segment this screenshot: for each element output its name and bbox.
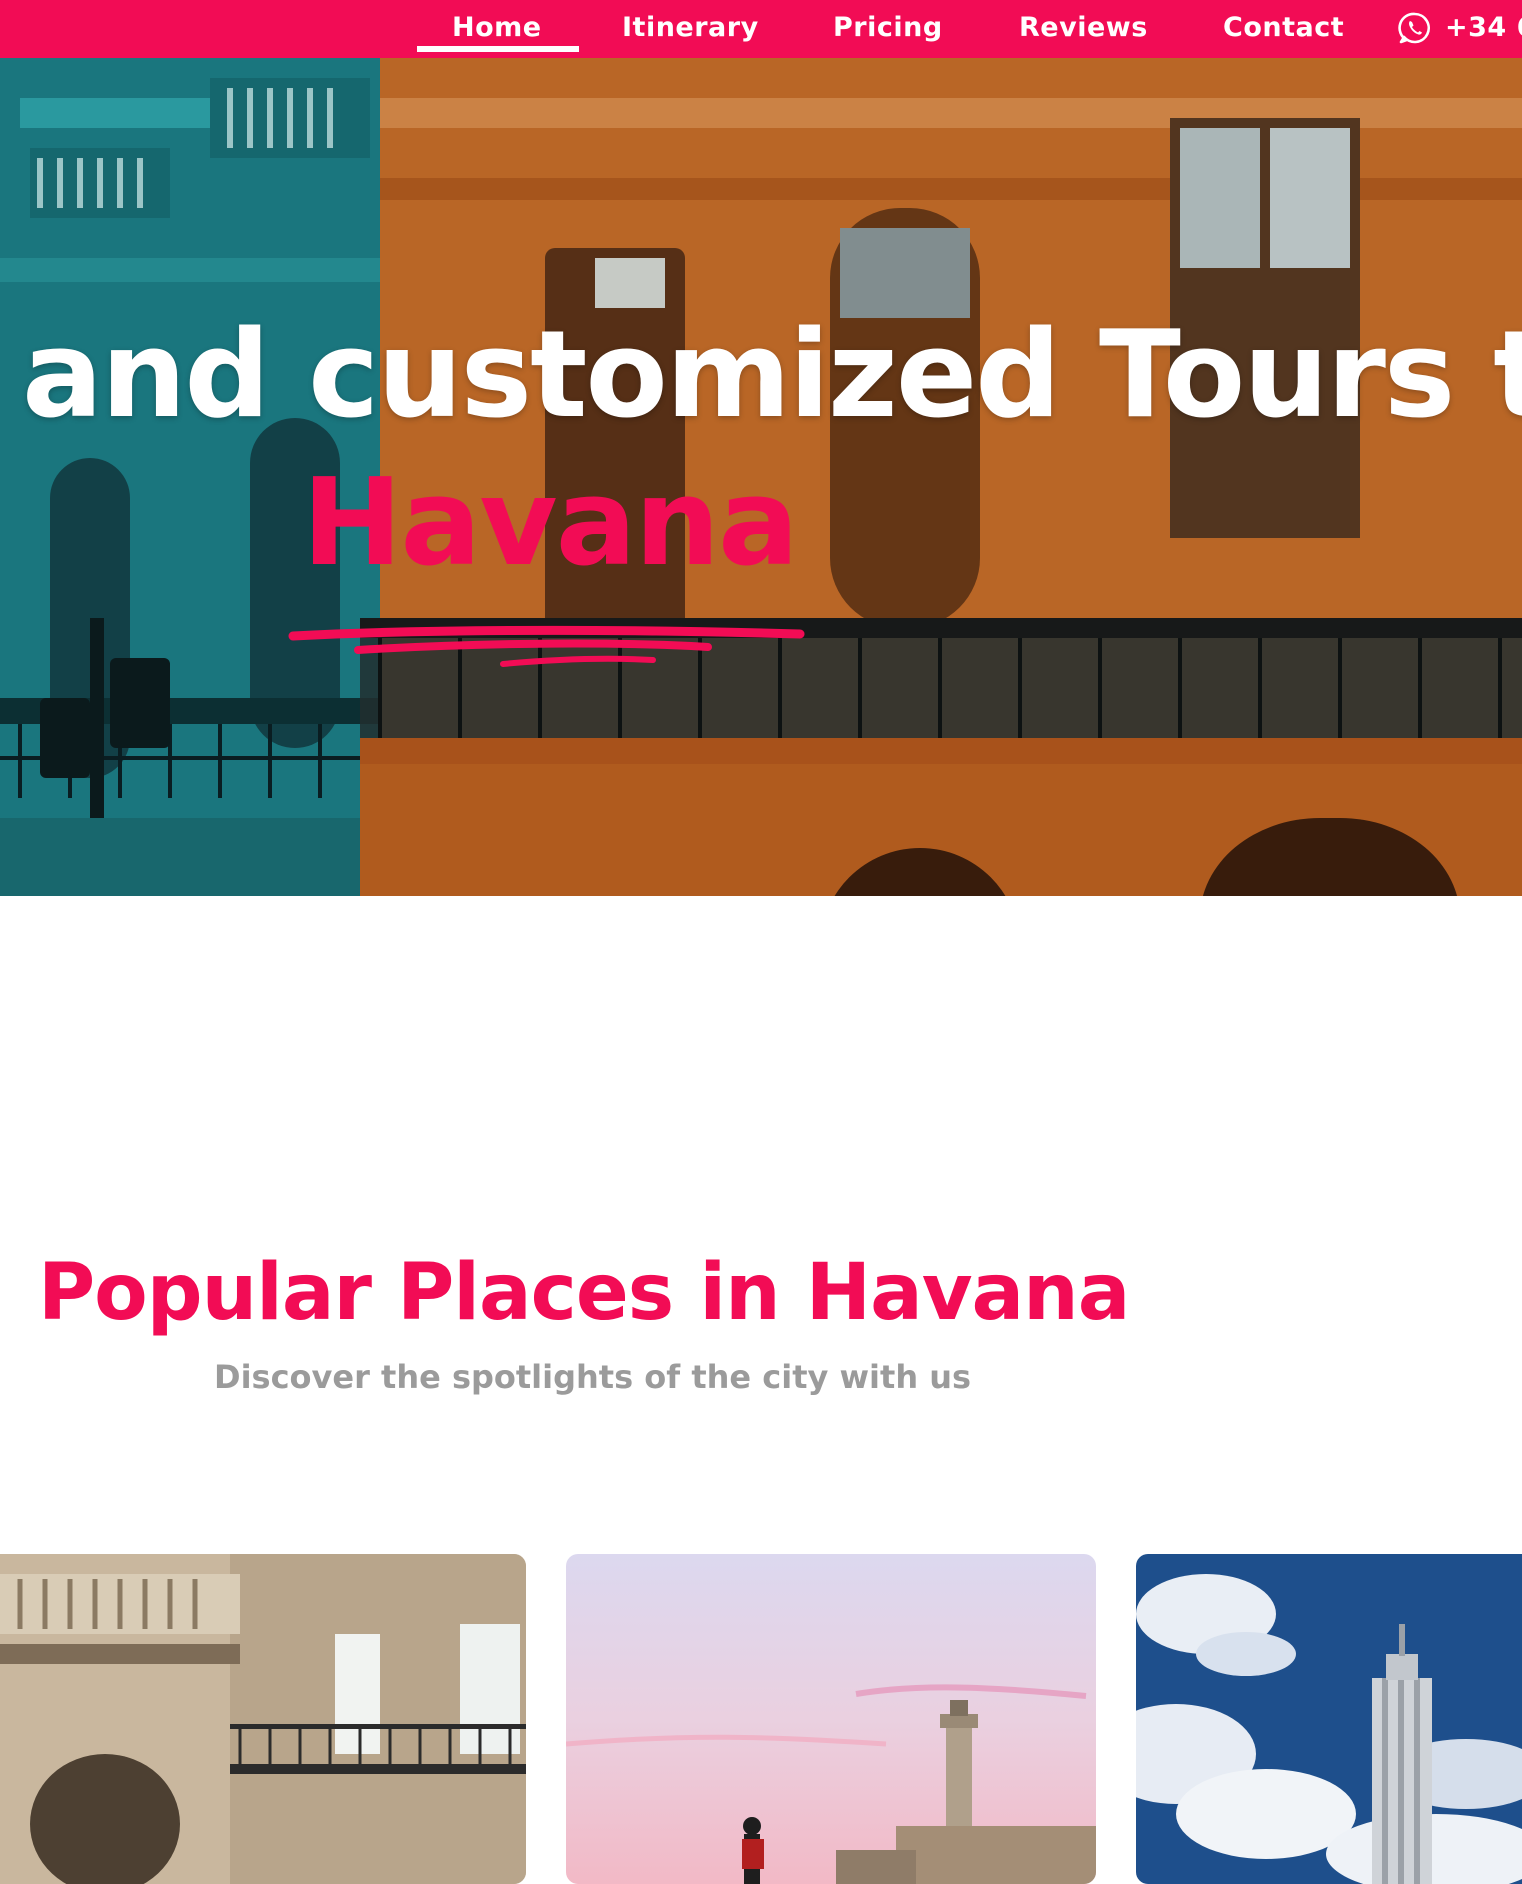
nav-pricing[interactable]: Pricing <box>833 0 943 58</box>
place-image-morro-castle <box>566 1554 1096 1884</box>
hero-banner: and customized Tours to Havana <box>0 58 1522 896</box>
nav-contact[interactable]: Contact <box>1223 0 1344 58</box>
section-title: Popular Places in Havana <box>38 1248 1130 1338</box>
nav-phone[interactable]: +34 6 <box>1445 0 1522 58</box>
place-card-old-havana[interactable] <box>0 1554 526 1884</box>
nav-reviews[interactable]: Reviews <box>1019 0 1148 58</box>
place-card-morro-castle[interactable] <box>566 1554 1096 1884</box>
nav-itinerary[interactable]: Itinerary <box>622 0 759 58</box>
place-card-jose-marti-memorial[interactable] <box>1136 1554 1522 1884</box>
top-navbar: Home Itinerary Pricing Reviews Contact +… <box>0 0 1522 58</box>
brush-underline <box>288 625 805 667</box>
whatsapp-icon[interactable] <box>1398 11 1432 45</box>
hero-title: and customized Tours to <box>22 306 1522 445</box>
nav-home[interactable]: Home <box>417 0 579 58</box>
hero-highlight-word: Havana <box>302 454 799 593</box>
section-subtitle: Discover the spotlights of the city with… <box>214 1358 972 1396</box>
place-image-old-havana <box>0 1554 526 1884</box>
place-image-jose-marti-memorial <box>1136 1554 1522 1884</box>
